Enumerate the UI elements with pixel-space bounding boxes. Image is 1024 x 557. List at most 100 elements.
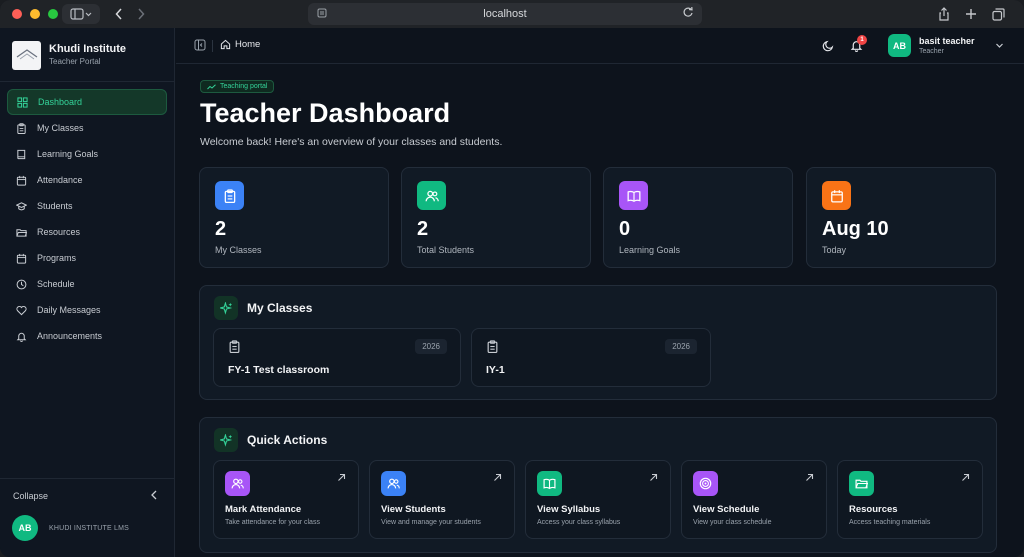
sidebar-item-dashboard[interactable]: Dashboard: [7, 89, 167, 115]
tab-overview-button[interactable]: [990, 4, 1006, 24]
collapse-button[interactable]: Collapse: [0, 478, 175, 512]
logo-icon: [12, 40, 41, 70]
brand-subtitle: Teacher Portal: [49, 57, 101, 66]
new-tab-button[interactable]: [963, 4, 979, 24]
close-window-button[interactable]: [12, 9, 22, 19]
breadcrumb-home: Home: [235, 39, 261, 50]
sidebar-item-students[interactable]: Students: [7, 193, 167, 219]
minimize-window-button[interactable]: [30, 9, 40, 19]
heart-icon: [16, 305, 27, 315]
page-title: Teacher Dashboard: [200, 98, 451, 128]
arrow-up-right-icon: [962, 473, 970, 481]
calendar-icon: [16, 253, 27, 264]
user-role: Teacher: [919, 47, 944, 55]
sidebar-item-schedule[interactable]: Schedule: [7, 271, 167, 297]
stat-label: Learning Goals: [619, 245, 681, 255]
folder-icon: [16, 228, 27, 237]
view-students-action[interactable]: View Students View and manage your stude…: [369, 460, 515, 539]
chip-label: Teaching portal: [220, 83, 268, 90]
sidebar-item-resources[interactable]: Resources: [7, 219, 167, 245]
quick-actions-panel: Quick Actions Mark Attendance Take atten…: [199, 417, 997, 553]
stat-card-learning-goals[interactable]: 0 Learning Goals: [603, 167, 793, 268]
arrow-up-right-icon: [494, 473, 502, 481]
maximize-window-button[interactable]: [48, 9, 58, 19]
year-badge: 2026: [665, 339, 697, 354]
action-title: View Students: [381, 504, 446, 515]
target-icon: [693, 471, 718, 496]
sidebar-item-label: Announcements: [37, 331, 103, 341]
tabs-icon: [991, 7, 1005, 21]
stat-card-today[interactable]: Aug 10 Today: [806, 167, 996, 268]
address-bar[interactable]: localhost: [308, 3, 702, 25]
moon-icon[interactable]: [822, 39, 835, 52]
sidebar-item-label: Learning Goals: [37, 149, 99, 159]
main-content: Teaching portal Teacher Dashboard Welcom…: [176, 65, 1024, 557]
sidebar-item-announcements[interactable]: Announcements: [7, 323, 167, 349]
brand[interactable]: Khudi Institute Teacher Portal: [12, 38, 167, 72]
action-title: Resources: [849, 504, 898, 515]
class-name: FY-1 Test classroom: [228, 364, 330, 376]
avatar: AB: [888, 34, 911, 57]
user-name: basit teacher: [919, 35, 975, 46]
view-syllabus-action[interactable]: View Syllabus Access your class syllabus: [525, 460, 671, 539]
sidebar-item-attendance[interactable]: Attendance: [7, 167, 167, 193]
book-open-icon: [537, 471, 562, 496]
breadcrumb[interactable]: Home: [220, 39, 260, 50]
sidebar-item-label: My Classes: [37, 123, 84, 133]
view-schedule-action[interactable]: View Schedule View your class schedule: [681, 460, 827, 539]
stat-value: 2: [215, 218, 227, 240]
chevron-down-icon: [996, 43, 1003, 48]
brand-title: Khudi Institute: [49, 43, 126, 55]
stat-label: Today: [822, 245, 847, 255]
stat-value: Aug 10: [822, 218, 889, 240]
share-icon: [939, 7, 949, 21]
sidebar-item-learning-goals[interactable]: Learning Goals: [7, 141, 167, 167]
clipboard-icon: [487, 340, 498, 353]
plus-icon: [966, 9, 976, 19]
arrow-up-right-icon: [806, 473, 814, 481]
sidebar-toggle-button[interactable]: [62, 4, 100, 24]
stat-card-my-classes[interactable]: 2 My Classes: [199, 167, 389, 268]
action-description: View and manage your students: [381, 519, 481, 526]
chevron-right-icon: [138, 8, 145, 20]
sidebar-item-my-classes[interactable]: My Classes: [7, 115, 167, 141]
sidebar-item-label: Resources: [37, 227, 81, 237]
sidebar-item-label: Attendance: [37, 175, 83, 185]
sidebar-nav: Dashboard My Classes Learning Goals Atte…: [7, 89, 167, 349]
sidebar-item-daily-messages[interactable]: Daily Messages: [7, 297, 167, 323]
sidebar-item-label: Dashboard: [38, 97, 83, 107]
bell-icon: [16, 332, 27, 342]
class-card[interactable]: 2026 IY-1: [471, 328, 711, 387]
panel-toggle-icon[interactable]: [194, 39, 206, 51]
action-description: Access your class syllabus: [537, 519, 621, 526]
share-button[interactable]: [936, 4, 952, 24]
collapse-label: Collapse: [13, 490, 49, 501]
action-description: Take attendance for your class: [225, 519, 320, 526]
class-card[interactable]: 2026 FY-1 Test classroom: [213, 328, 461, 387]
user-menu[interactable]: AB basit teacher Teacher: [888, 34, 1003, 57]
sidebar-item-label: Students: [37, 201, 73, 211]
sparkles-icon: [214, 428, 238, 452]
action-description: View your class schedule: [693, 519, 772, 526]
teaching-portal-chip: Teaching portal: [200, 80, 275, 93]
browser-toolbar: localhost: [0, 0, 1024, 28]
reload-icon[interactable]: [682, 6, 694, 21]
stat-value: 0: [619, 218, 631, 240]
sidebar-item-label: Schedule: [37, 279, 75, 289]
resources-action[interactable]: Resources Access teaching materials: [837, 460, 983, 539]
book-icon: [17, 149, 26, 159]
page-settings-icon[interactable]: [316, 7, 328, 22]
book-open-icon: [619, 181, 648, 210]
back-button[interactable]: [110, 4, 128, 24]
chevron-left-icon: [151, 490, 157, 500]
arrow-up-right-icon: [338, 473, 346, 481]
my-classes-panel: My Classes 2026 FY-1 Test classroom 2026…: [199, 285, 997, 400]
forward-button[interactable]: [132, 4, 150, 24]
sidebar-item-programs[interactable]: Programs: [7, 245, 167, 271]
mark-attendance-action[interactable]: Mark Attendance Take attendance for your…: [213, 460, 359, 539]
action-title: View Syllabus: [537, 504, 601, 515]
stat-card-total-students[interactable]: 2 Total Students: [401, 167, 591, 268]
section-title: Quick Actions: [247, 433, 328, 447]
sidebar: Khudi Institute Teacher Portal Dashboard…: [0, 28, 175, 557]
clipboard-icon: [17, 122, 26, 134]
